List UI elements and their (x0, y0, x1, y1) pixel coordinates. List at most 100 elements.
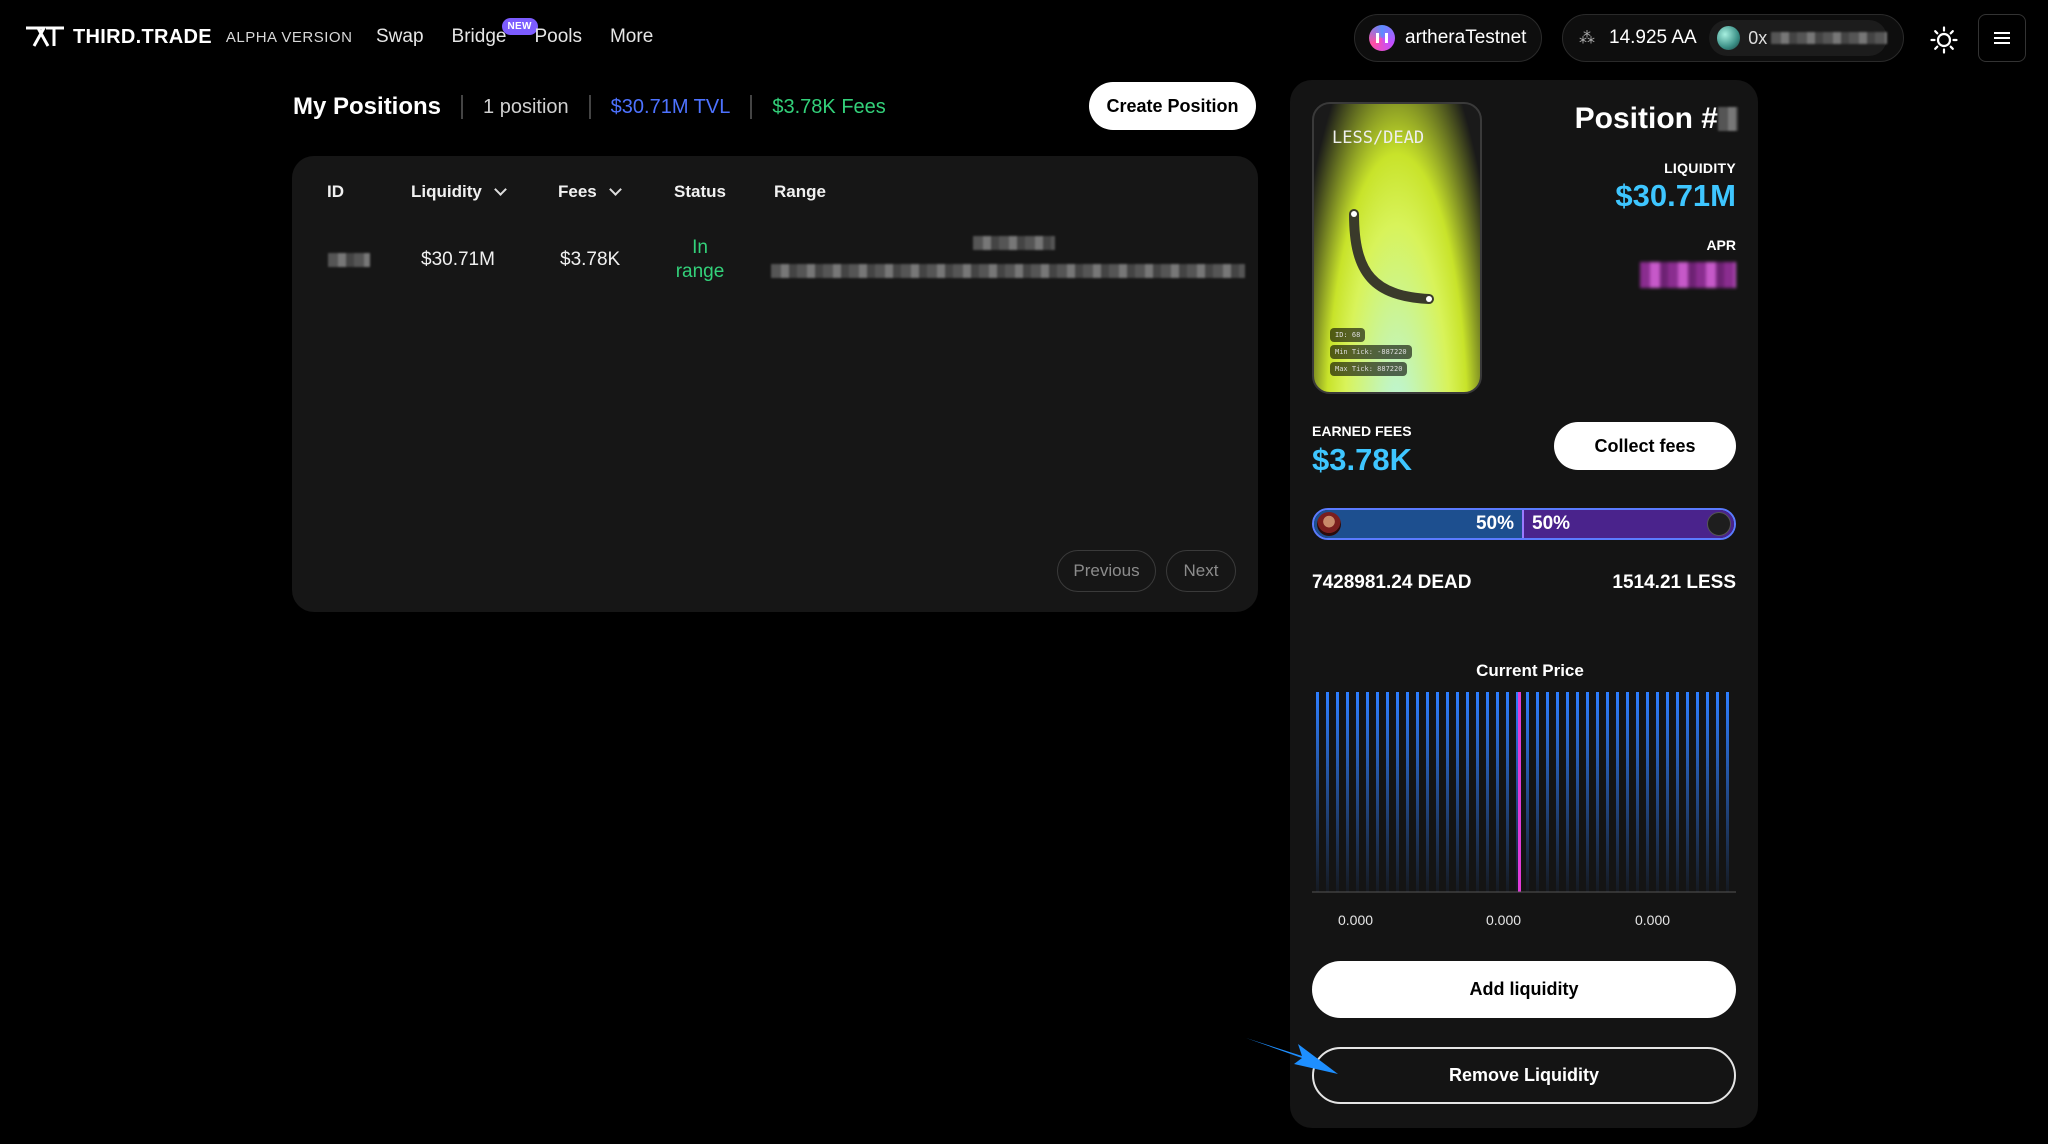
nav-more[interactable]: More (610, 26, 653, 48)
liquidity-bar (1386, 692, 1389, 892)
position-number-label: Position # (1574, 102, 1718, 135)
token-b-amount: 1514.21 LESS (1612, 572, 1736, 593)
nft-curve-icon (1349, 209, 1434, 304)
row-fees: $3.78K (560, 249, 621, 270)
position-detail-card: LESS/DEAD ID: 68 Min Tick: -887220 Max T… (1290, 80, 1758, 1128)
liquidity-bar (1496, 692, 1499, 892)
nft-min-tick: Min Tick: -887220 (1330, 345, 1412, 359)
liquidity-bar (1706, 692, 1709, 892)
position-count: 1 position (483, 95, 569, 118)
liquidity-value: $30.71M (1615, 178, 1736, 213)
token-ratio-bar: 50% 50% (1312, 508, 1736, 540)
arrow-pointer-icon (1246, 1038, 1338, 1074)
theme-toggle-button[interactable] (1924, 20, 1964, 60)
sun-icon (1930, 26, 1958, 54)
network-selector[interactable]: artheraTestnet (1354, 14, 1542, 62)
menu-button[interactable] (1978, 14, 2026, 62)
tvl-stat: $30.71M TVL (610, 95, 731, 118)
liquidity-bar (1406, 692, 1409, 892)
token-a-ratio: 50% (1314, 510, 1524, 538)
liquidity-bar (1656, 692, 1659, 892)
earned-fees-label: EARNED FEES (1312, 423, 1412, 439)
page-title: My Positions (293, 93, 442, 120)
range-bar-redacted (771, 264, 1245, 278)
gas-icon: ⁂ (1579, 30, 1595, 47)
account-button[interactable]: 0x (1708, 20, 1887, 56)
liquidity-histogram (1312, 692, 1736, 893)
current-price-line (1518, 692, 1521, 892)
position-id-redacted (1718, 107, 1738, 131)
column-id: ID (327, 182, 344, 202)
liquidity-bar (1486, 692, 1489, 892)
earned-fees-value: $3.78K (1312, 442, 1412, 477)
logo-text: THIRD.TRADE (73, 25, 212, 48)
nav-bridge-label: Bridge (451, 26, 507, 47)
range-redacted (973, 236, 1055, 250)
token-a-amount: 7428981.24 DEAD (1312, 572, 1472, 593)
column-range-label: Range (774, 182, 826, 201)
price-tick-label: 0.000 (1486, 912, 1522, 928)
nav-pools[interactable]: Pools (534, 26, 582, 48)
account-address: 0x (1748, 27, 1768, 48)
dead-token-icon (1317, 512, 1341, 536)
next-button[interactable]: Next (1166, 550, 1236, 592)
liquidity-bar (1476, 692, 1479, 892)
column-status: Status (674, 182, 726, 202)
liquidity-bar (1646, 692, 1649, 892)
position-id-redacted (328, 253, 370, 267)
price-tick-label: 0.000 (1338, 912, 1374, 928)
positions-table: ID Liquidity Fees Status Range $30.71M $… (292, 156, 1258, 612)
nav-bridge[interactable]: Bridge NEW (451, 18, 538, 48)
liquidity-bar (1626, 692, 1629, 892)
liquidity-bar (1366, 692, 1369, 892)
less-token-icon (1707, 512, 1731, 536)
liquidity-bar (1566, 692, 1569, 892)
liquidity-bar (1336, 692, 1339, 892)
column-liquidity[interactable]: Liquidity (411, 182, 507, 202)
nav-swap[interactable]: Swap (376, 26, 424, 48)
token-a-percent: 50% (1475, 513, 1514, 534)
column-fees[interactable]: Fees (558, 182, 622, 202)
liquidity-bar (1346, 692, 1349, 892)
status-badge: In range (675, 237, 725, 282)
wallet-pill[interactable]: ⁂ 14.925 AA 0x (1562, 14, 1904, 62)
nft-pair: LESS/DEAD (1332, 128, 1425, 148)
liquidity-bar (1726, 692, 1729, 892)
nft-id: ID: 68 (1330, 328, 1366, 342)
add-liquidity-button[interactable]: Add liquidity (1312, 961, 1736, 1018)
liquidity-bar (1326, 692, 1329, 892)
liquidity-bar (1316, 692, 1319, 892)
column-id-label: ID (327, 182, 344, 201)
liquidity-bar (1436, 692, 1439, 892)
liquidity-bar (1416, 692, 1419, 892)
main-nav: Swap Bridge NEW Pools More (376, 18, 681, 48)
liquidity-bar (1606, 692, 1609, 892)
token-b-ratio: 50% (1524, 510, 1734, 538)
position-nft-image: LESS/DEAD ID: 68 Min Tick: -887220 Max T… (1312, 102, 1482, 394)
column-liquidity-label: Liquidity (411, 182, 482, 201)
liquidity-bar (1466, 692, 1469, 892)
liquidity-bar (1666, 692, 1669, 892)
fees-stat: $3.78K Fees (772, 95, 886, 118)
logo[interactable]: THIRD.TRADE ALPHA VERSION (24, 24, 352, 50)
avatar (1716, 26, 1741, 50)
chevron-down-icon (493, 183, 507, 196)
remove-liquidity-button[interactable]: Remove Liquidity (1312, 1047, 1736, 1104)
position-number: Position # (1575, 102, 1738, 136)
liquidity-bar (1446, 692, 1449, 892)
liquidity-bar (1546, 692, 1549, 892)
apr-label: APR (1706, 237, 1736, 253)
previous-button[interactable]: Previous (1057, 550, 1156, 592)
apr-redacted (1640, 262, 1736, 288)
create-position-button[interactable]: Create Position (1089, 82, 1256, 130)
collect-fees-button[interactable]: Collect fees (1554, 422, 1736, 470)
logo-icon (26, 26, 64, 47)
liquidity-bar (1576, 692, 1579, 892)
liquidity-bar (1456, 692, 1459, 892)
price-tick-label: 0.000 (1635, 912, 1671, 928)
liquidity-bar (1356, 692, 1359, 892)
liquidity-label: LIQUIDITY (1664, 160, 1736, 176)
token-b-percent: 50% (1532, 513, 1571, 534)
liquidity-bar (1586, 692, 1589, 892)
divider (588, 95, 591, 119)
